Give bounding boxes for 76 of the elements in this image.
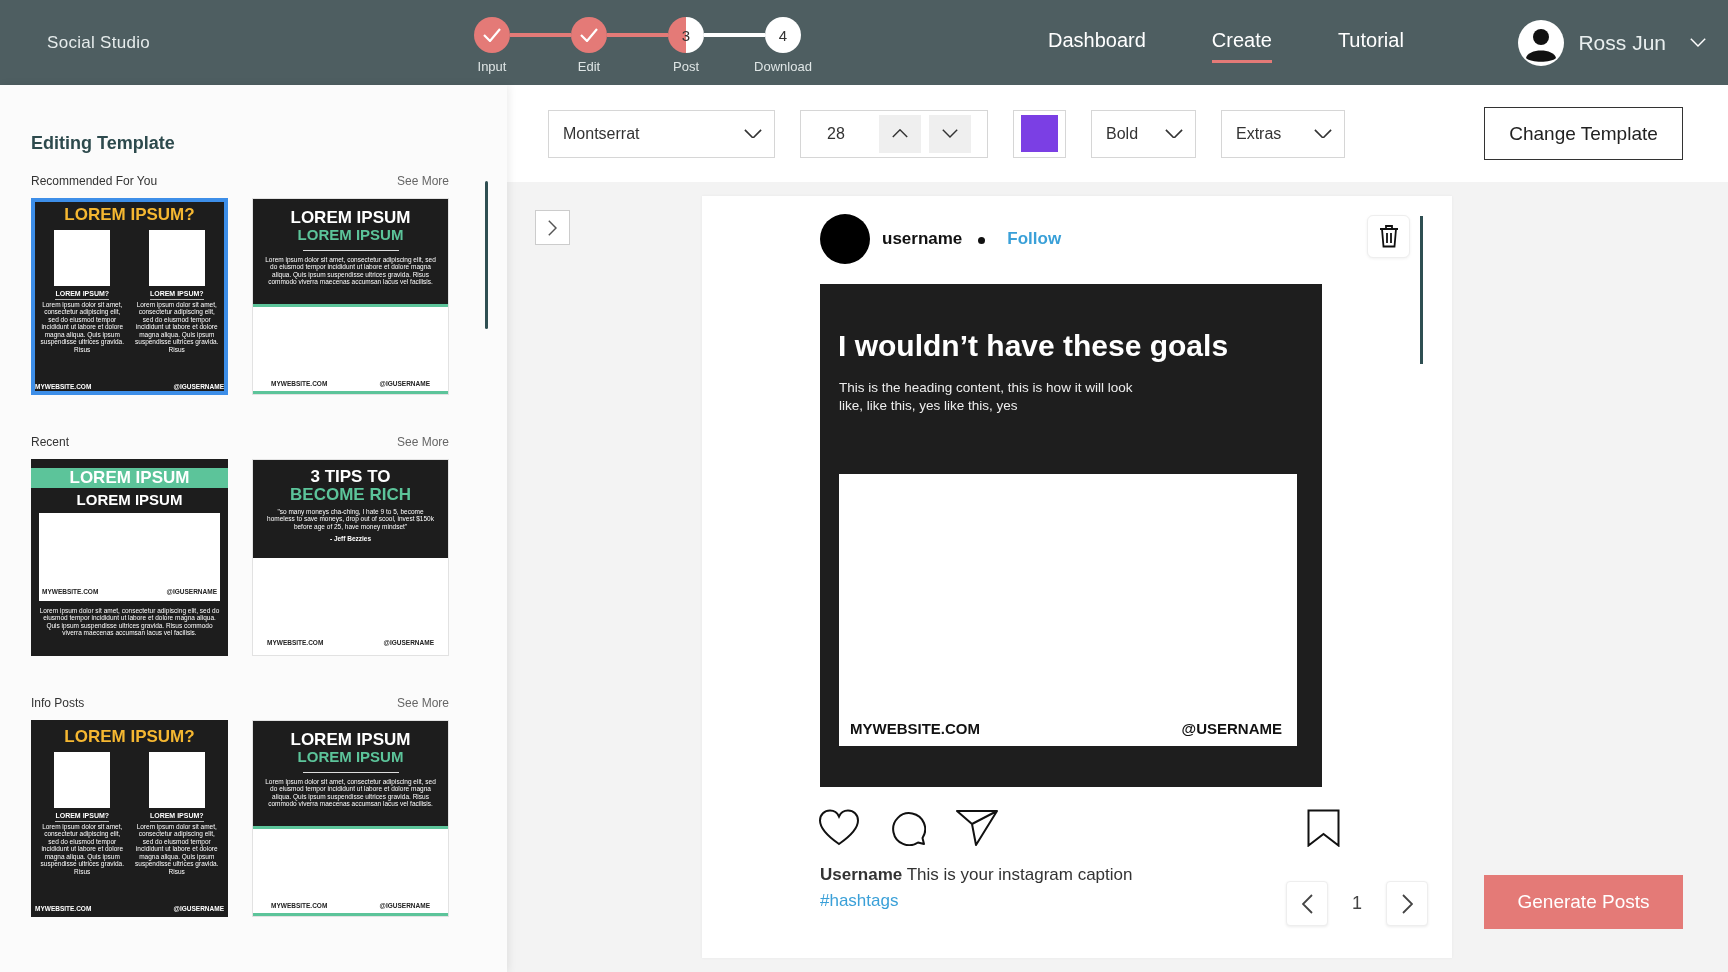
template-thumbnail[interactable] [252, 198, 449, 395]
chevron-down-icon [1314, 128, 1332, 139]
check-icon [580, 28, 598, 42]
footer-text: MYWEBSITE.COM [850, 720, 980, 737]
step-indicator: 3 [668, 17, 704, 53]
avatar [820, 214, 870, 264]
font-dropdown[interactable]: Montserrat [548, 109, 775, 158]
step-label: Edit [577, 59, 601, 74]
chevron-left-icon [1301, 893, 1313, 914]
image-placeholder [148, 229, 205, 286]
post-caption: Username This is your instagram caption [820, 865, 1133, 885]
section-label: Recent [31, 435, 70, 449]
section-label: Recommended For You [31, 174, 158, 188]
thumbnail-title: LOREM IPSUM? [63, 206, 196, 224]
see-more-link[interactable]: See More [396, 174, 449, 188]
post-body: This is the heading content, this is how it will look like, like this, yes like this, yes [839, 379, 1134, 415]
decrease-button[interactable] [929, 114, 971, 153]
sidebar-title: Editing Template [31, 133, 176, 154]
thumbnail-title: 3 TIPS TO [310, 468, 391, 486]
thumbnail-title: LOREM IPSUM [290, 209, 411, 227]
post-heading: I wouldn’t have these goals [838, 329, 1230, 363]
separator-dot [978, 236, 986, 244]
template-thumbnail[interactable] [31, 459, 228, 656]
scrollbar[interactable] [1420, 216, 1423, 364]
user-name[interactable]: Ross Jun [1578, 30, 1666, 55]
trash-icon [1378, 224, 1399, 248]
thumbnail-title: LOREM IPSUM? [63, 728, 196, 746]
see-more-link[interactable]: See More [396, 435, 449, 449]
step-label: Download [754, 59, 812, 74]
nav-link[interactable]: Create [1211, 22, 1272, 63]
app-title: Social Studio [47, 32, 152, 53]
heart-icon[interactable] [818, 809, 860, 847]
template-thumbnail[interactable] [31, 720, 228, 917]
chevron-right-icon [548, 219, 557, 236]
thumbnail-title: LOREM IPSUM [68, 469, 191, 487]
change-template-button[interactable]: Change Template [1484, 107, 1683, 160]
chevron-down-icon [942, 129, 958, 138]
image-placeholder [54, 229, 111, 286]
nav-link[interactable]: Dashboard [1048, 22, 1146, 63]
scrollbar[interactable] [485, 181, 488, 329]
chevron-down-icon [1690, 38, 1706, 47]
chevron-down-icon [1165, 128, 1183, 139]
step-label: Post [673, 59, 699, 74]
step-indicator: 4 [765, 17, 801, 53]
extras-dropdown[interactable]: Extras [1221, 109, 1345, 158]
page-number: 1 [1351, 893, 1363, 914]
delete-button[interactable] [1367, 214, 1410, 258]
thumbnail-subtitle: LOREM IPSUM [297, 748, 404, 765]
next-button[interactable] [1386, 881, 1428, 926]
chevron-right-icon [1401, 893, 1413, 914]
section-label: Info Posts [31, 696, 85, 710]
font-size-field[interactable]: 28 [801, 124, 871, 143]
chevron-up-icon [892, 129, 908, 138]
footer-text: @USERNAME [1181, 720, 1282, 737]
comment-icon[interactable] [890, 810, 926, 846]
image-placeholder [54, 751, 111, 808]
step-label: Input [477, 59, 507, 74]
avatar-icon[interactable] [1518, 19, 1565, 66]
send-icon[interactable] [956, 809, 998, 847]
thumbnail-title: LOREM IPSUM [290, 731, 411, 749]
thumbnail-subtitle: BECOME RICH [290, 485, 411, 504]
template-thumbnail[interactable] [252, 720, 449, 917]
nav-link[interactable]: Tutorial [1337, 22, 1404, 63]
check-icon [483, 28, 501, 42]
template-thumbnail[interactable] [31, 198, 228, 395]
color-picker-button[interactable] [1013, 109, 1066, 158]
thumbnail-subtitle: LOREM IPSUM [75, 491, 184, 508]
image-placeholder [148, 751, 205, 808]
chevron-down-icon [744, 128, 762, 139]
see-more-link[interactable]: See More [396, 696, 449, 710]
previous-button[interactable] [1286, 881, 1328, 926]
weight-dropdown[interactable]: Bold [1091, 109, 1196, 158]
thumbnail-subtitle: LOREM IPSUM [297, 226, 404, 243]
bookmark-icon[interactable] [1307, 809, 1340, 847]
post-username: username [882, 229, 963, 249]
template-thumbnail[interactable] [252, 459, 449, 656]
